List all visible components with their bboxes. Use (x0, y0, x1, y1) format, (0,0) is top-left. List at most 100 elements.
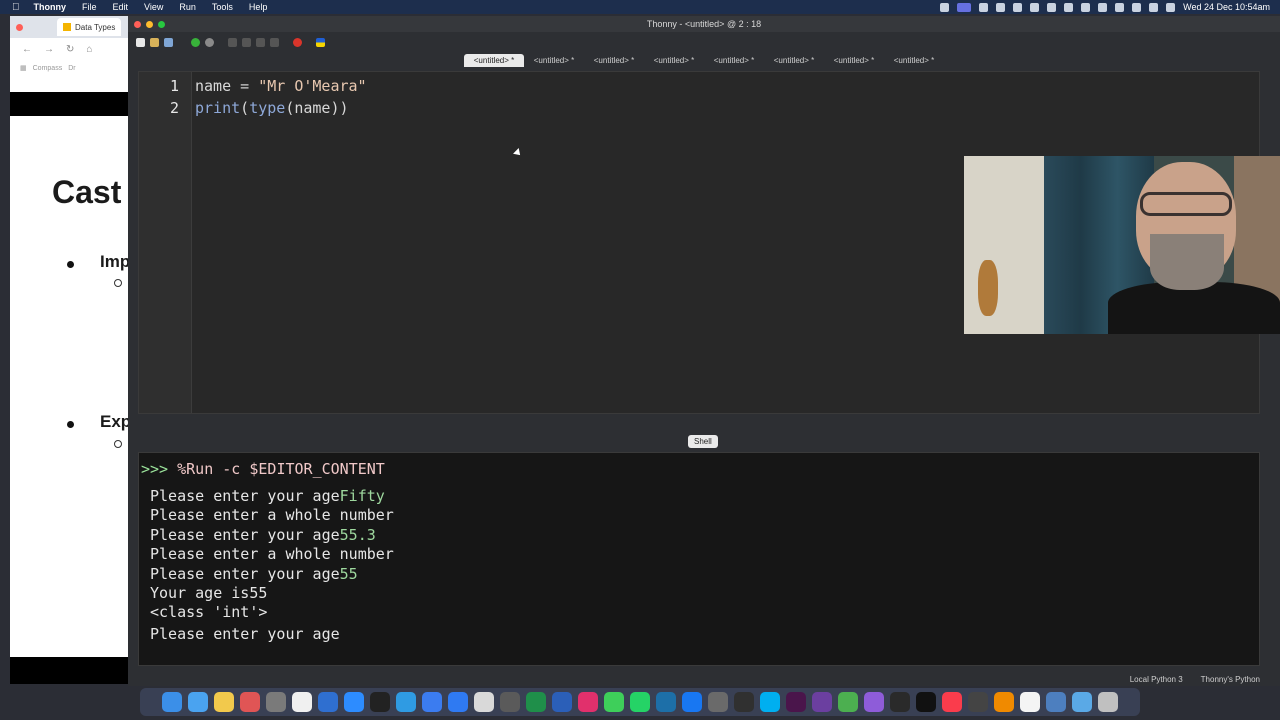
apps-icon[interactable]: ▦ (20, 64, 27, 72)
debug-icon[interactable] (205, 37, 214, 47)
status-icon[interactable] (1098, 2, 1108, 12)
whatsapp-icon[interactable] (630, 692, 650, 712)
messages-icon[interactable] (604, 692, 624, 712)
notes-icon[interactable] (214, 692, 234, 712)
folder-icon[interactable] (1072, 692, 1092, 712)
webcam-person-glasses (1140, 192, 1232, 216)
messenger-icon[interactable] (422, 692, 442, 712)
status-icon[interactable] (996, 2, 1006, 12)
wifi-icon[interactable] (1064, 2, 1074, 12)
editor-tab[interactable]: <untitled> * (704, 54, 764, 67)
menu-tools[interactable]: Tools (204, 2, 241, 12)
menubar-clock[interactable]: Wed 24 Dec 10:54am (1183, 2, 1270, 12)
menu-app-name[interactable]: Thonny (26, 2, 75, 12)
stop-icon[interactable] (293, 37, 302, 47)
reload-icon[interactable]: ↻ (66, 44, 74, 55)
open-file-icon[interactable] (150, 37, 159, 47)
screen-record-icon[interactable] (957, 2, 972, 12)
save-file-icon[interactable] (164, 37, 173, 47)
activity-icon[interactable] (734, 692, 754, 712)
shell-output-line: Please enter your age55.3 (150, 526, 376, 544)
music-icon[interactable] (942, 692, 962, 712)
support-ukraine-icon[interactable] (316, 37, 325, 47)
status-icon[interactable] (1030, 2, 1040, 12)
control-center-icon[interactable] (1132, 2, 1142, 12)
trash-icon[interactable] (1098, 692, 1118, 712)
settings2-icon[interactable] (708, 692, 728, 712)
forward-icon[interactable]: → (44, 44, 54, 55)
appstore-icon[interactable] (448, 692, 468, 712)
webcam-overlay (964, 156, 1280, 334)
zoom-icon[interactable] (344, 692, 364, 712)
editor-tab[interactable]: <untitled> * (644, 54, 704, 67)
finder-icon[interactable] (162, 692, 182, 712)
word-icon[interactable] (552, 692, 572, 712)
editor-tab[interactable]: <untitled> * (824, 54, 884, 67)
bookmark-drive[interactable]: Dr (68, 65, 75, 72)
code-icon[interactable] (890, 692, 910, 712)
calendar-icon[interactable] (1020, 692, 1040, 712)
editor-tab[interactable]: <untitled> * (524, 54, 584, 67)
outlook-icon[interactable] (318, 692, 338, 712)
thonny-icon[interactable] (1046, 692, 1066, 712)
interpreter-status[interactable]: Local Python 3 (1130, 675, 1183, 684)
step-into-icon[interactable] (242, 37, 251, 47)
code-line-1[interactable]: name = "Mr O'Meara" (195, 77, 367, 95)
status-icon[interactable] (1115, 2, 1125, 12)
step-out-icon[interactable] (256, 37, 265, 47)
battery-icon[interactable] (1047, 2, 1057, 12)
step-over-icon[interactable] (228, 37, 237, 47)
chrome-icon[interactable] (292, 692, 312, 712)
settings-icon[interactable] (266, 692, 286, 712)
status-icon[interactable] (940, 2, 950, 12)
vlc-icon[interactable] (994, 692, 1014, 712)
shell-tab[interactable]: Shell (688, 435, 718, 448)
excel-icon[interactable] (526, 692, 546, 712)
python-shell[interactable]: >>> %Run -c $EDITOR_CONTENT Please enter… (138, 452, 1260, 666)
webcam-wall (964, 156, 1044, 334)
calc-icon[interactable] (968, 692, 988, 712)
download-icon[interactable] (864, 692, 884, 712)
apple-menu-icon[interactable]:  (0, 2, 26, 13)
imovie-icon[interactable] (812, 692, 832, 712)
vscode-icon[interactable] (396, 692, 416, 712)
maps-icon[interactable] (838, 692, 858, 712)
search-icon[interactable] (1149, 2, 1159, 12)
cog-icon[interactable] (500, 692, 520, 712)
shell-output-text: <class 'int'> (150, 603, 268, 621)
status-icon[interactable] (979, 2, 989, 12)
menu-run[interactable]: Run (171, 2, 204, 12)
menu-file[interactable]: File (74, 2, 105, 12)
status-icon[interactable] (1081, 2, 1091, 12)
instagram-icon[interactable] (578, 692, 598, 712)
python-name-status[interactable]: Thonny's Python (1201, 675, 1260, 684)
status-icon[interactable] (1013, 2, 1023, 12)
launchpad-icon[interactable] (240, 692, 260, 712)
facebook-icon[interactable] (682, 692, 702, 712)
editor-tab[interactable]: <untitled> * (884, 54, 944, 67)
code-line-2[interactable]: print(type(name)) (195, 99, 349, 117)
slack-icon[interactable] (786, 692, 806, 712)
back-icon[interactable]: ← (22, 44, 32, 55)
resume-icon[interactable] (270, 37, 279, 47)
run-icon[interactable] (191, 37, 200, 47)
terminal2-icon[interactable] (916, 692, 936, 712)
code-operator: = (231, 77, 259, 95)
mail-icon[interactable] (188, 692, 208, 712)
editor-tab[interactable]: <untitled> * (464, 53, 524, 67)
close-icon[interactable] (16, 23, 23, 31)
terminal-icon[interactable] (370, 692, 390, 712)
editor-tab[interactable]: <untitled> * (584, 54, 644, 67)
bookmark-compass[interactable]: Compass (33, 65, 63, 72)
home-icon[interactable]: ⌂ (86, 44, 92, 55)
browser-tab[interactable]: Data Types (57, 18, 122, 36)
menu-view[interactable]: View (136, 2, 171, 12)
menu-edit[interactable]: Edit (105, 2, 137, 12)
siri-icon[interactable] (1166, 2, 1176, 12)
new-file-icon[interactable] (136, 37, 145, 47)
preview-icon[interactable] (474, 692, 494, 712)
skype-icon[interactable] (760, 692, 780, 712)
editor-tab[interactable]: <untitled> * (764, 54, 824, 67)
menu-help[interactable]: Help (241, 2, 276, 12)
virtualbox-icon[interactable] (656, 692, 676, 712)
